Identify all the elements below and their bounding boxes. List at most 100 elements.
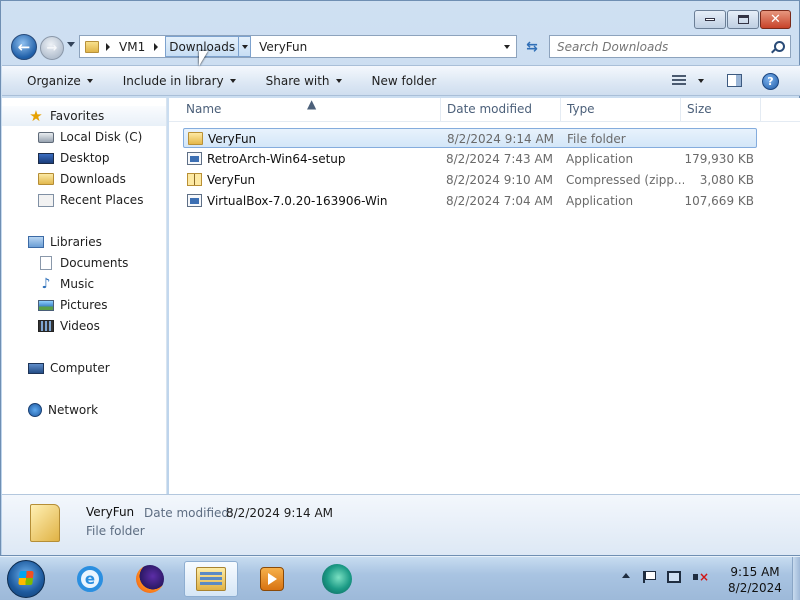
zip-folder-icon [187, 173, 202, 186]
show-desktop-button[interactable] [792, 557, 800, 600]
breadcrumb-dropdown[interactable] [239, 36, 252, 57]
change-view-icon[interactable] [672, 75, 686, 87]
sidebar-item-local-disk[interactable]: Local Disk (C) [2, 127, 142, 147]
folder-icon [85, 40, 99, 53]
clock-time: 9:15 AM [730, 565, 780, 579]
sidebar-item-label: Local Disk (C) [60, 130, 143, 144]
sidebar-item-label: Videos [60, 319, 100, 333]
sidebar-item-recent-places[interactable]: Recent Places [2, 190, 143, 210]
back-button[interactable]: ← [11, 34, 37, 60]
share-with-label: Share with [265, 73, 330, 88]
sidebar-item-downloads[interactable]: Downloads [2, 169, 126, 189]
taskbar: e 9:15 AM 8/2/2024 [0, 556, 800, 600]
clock-date: 8/2/2024 [728, 581, 782, 595]
search-input[interactable] [550, 39, 760, 54]
sidebar-item-music[interactable]: ♪ Music [2, 274, 95, 294]
file-row[interactable]: VirtualBox-7.0.20-163906-Win 8/2/2024 7:… [183, 191, 757, 211]
forward-button[interactable]: → [40, 36, 64, 60]
taskbar-media-player[interactable] [245, 561, 299, 597]
start-button[interactable] [7, 560, 45, 598]
volume-muted-icon[interactable] [693, 570, 709, 584]
include-in-library-button[interactable]: Include in library [123, 74, 236, 88]
column-header-name[interactable]: Name [186, 102, 221, 116]
breadcrumb-veryfun[interactable]: VeryFun [257, 36, 309, 57]
sidebar-item-documents[interactable]: Documents [2, 253, 128, 273]
sidebar-item-pictures[interactable]: Pictures [2, 295, 108, 315]
taskbar-firefox[interactable] [123, 561, 177, 597]
video-film-icon [38, 320, 54, 332]
sidebar-item-desktop[interactable]: Desktop [2, 148, 110, 168]
organize-button[interactable]: Organize [27, 74, 93, 88]
internet-explorer-icon: e [77, 566, 103, 592]
column-divider[interactable] [680, 98, 681, 122]
sort-ascending-icon: ▲ [307, 97, 317, 111]
file-name: VirtualBox-7.0.20-163906-Win [207, 194, 388, 208]
close-button[interactable]: ✕ [760, 10, 791, 29]
title-bar[interactable]: ✕ [1, 1, 799, 33]
minimize-icon [705, 18, 715, 21]
show-hidden-icons-icon[interactable] [622, 573, 630, 578]
refresh-button[interactable]: ⇆ [519, 35, 545, 58]
file-date: 8/2/2024 7:04 AM [446, 194, 554, 208]
file-name: VeryFun [207, 173, 256, 187]
breadcrumb-chevron-icon[interactable] [154, 42, 159, 51]
view-options-dropdown[interactable] [698, 79, 704, 83]
sidebar-item-computer[interactable]: Computer [2, 358, 110, 378]
action-center-flag-icon[interactable] [643, 571, 656, 583]
minimize-button[interactable] [694, 10, 726, 29]
desktop-icon [38, 152, 54, 164]
documents-icon [40, 256, 52, 270]
column-divider[interactable] [560, 98, 561, 122]
sidebar-item-label: Computer [50, 361, 110, 375]
taskbar-internet-explorer[interactable]: e [63, 561, 117, 597]
column-divider[interactable] [440, 98, 441, 122]
file-size: 107,669 KB [684, 194, 754, 208]
windows-explorer-icon [196, 567, 226, 591]
sidebar-item-label: Desktop [60, 151, 110, 165]
sidebar-item-libraries[interactable]: Libraries [2, 232, 102, 252]
file-type: Application [566, 152, 634, 166]
maximize-button[interactable] [727, 10, 759, 29]
help-icon[interactable]: ? [762, 73, 779, 90]
refresh-icon: ⇆ [526, 38, 538, 55]
preview-pane-icon[interactable] [727, 74, 742, 87]
new-folder-button[interactable]: New folder [372, 74, 437, 88]
virtualbox-icon [322, 564, 352, 594]
hard-drive-icon [38, 131, 54, 143]
pictures-icon [38, 299, 54, 311]
breadcrumb-chevron-icon[interactable] [106, 42, 110, 51]
file-row[interactable]: RetroArch-Win64-setup 8/2/2024 7:43 AM A… [183, 149, 757, 169]
sidebar-item-network[interactable]: Network [2, 400, 98, 420]
sidebar-item-favorites[interactable]: ★ Favorites [2, 106, 166, 126]
taskbar-windows-explorer[interactable] [184, 561, 238, 597]
application-icon [187, 194, 202, 207]
details-item-type: File folder [86, 524, 145, 538]
share-with-button[interactable]: Share with [266, 74, 342, 88]
chevron-down-icon [229, 78, 236, 83]
file-row[interactable]: VeryFun 8/2/2024 9:10 AM Compressed (zip… [183, 170, 757, 190]
column-header-type[interactable]: Type [567, 102, 595, 116]
breadcrumb-vm1[interactable]: VM1 [117, 36, 147, 57]
details-date-label: Date modified: [144, 506, 234, 520]
column-header-date-modified[interactable]: Date modified [447, 102, 532, 116]
firefox-icon [136, 565, 164, 593]
column-divider[interactable] [760, 98, 761, 122]
search-box[interactable] [549, 35, 791, 58]
search-icon[interactable] [774, 41, 785, 52]
star-icon: ★ [29, 107, 43, 125]
command-bar: Organize Include in library Share with N… [2, 65, 800, 96]
taskbar-virtualbox[interactable] [310, 561, 364, 597]
chevron-down-icon [241, 44, 248, 49]
network-status-icon[interactable] [667, 571, 681, 583]
file-list[interactable]: Name ▲ Date modified Type Size VeryFun 8… [169, 97, 800, 494]
sidebar-item-videos[interactable]: Videos [2, 316, 100, 336]
file-row[interactable]: VeryFun 8/2/2024 9:14 AM File folder [183, 128, 757, 148]
recent-pages-dropdown[interactable] [67, 42, 75, 47]
address-bar[interactable]: VM1 Downloads VeryFun [79, 35, 517, 58]
column-header-size[interactable]: Size [687, 102, 712, 116]
file-type: Application [566, 194, 634, 208]
media-player-icon [260, 567, 284, 591]
clock[interactable]: 9:15 AM 8/2/2024 [722, 564, 788, 596]
close-icon: ✕ [770, 12, 781, 27]
address-history-dropdown[interactable] [504, 44, 510, 49]
